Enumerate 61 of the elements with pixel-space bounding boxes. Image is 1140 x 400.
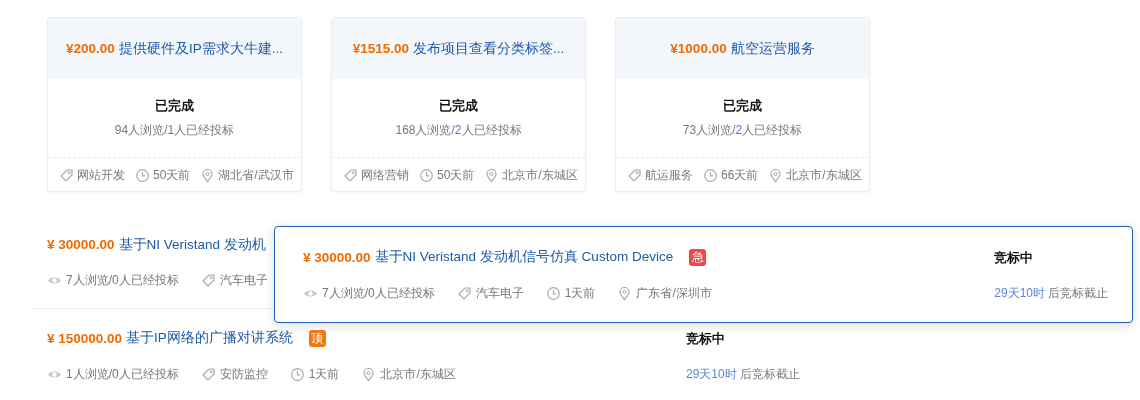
- meta-text: 汽车电子: [475, 284, 524, 302]
- meta-text: 网络营销: [361, 166, 409, 184]
- status-label: 已完成: [155, 97, 194, 115]
- remaining-time: 29天10时: [994, 285, 1045, 300]
- meta-text: 50天前: [437, 166, 475, 184]
- meta-text: 北京市/东城区: [380, 365, 456, 383]
- tag-icon: [200, 272, 216, 288]
- task-title-link[interactable]: 基于NI Veristand 发动机: [118, 235, 266, 254]
- badge: 急: [689, 248, 707, 266]
- location-pin-icon: [768, 167, 784, 183]
- clock-icon: [135, 167, 150, 183]
- status-label: 竞标中: [686, 330, 725, 346]
- meta-text: 广东省/深圳市: [636, 284, 712, 302]
- task-title-link[interactable]: 基于IP网络的广播对讲系统: [126, 329, 293, 347]
- price: ¥ 30000.00: [47, 237, 115, 252]
- location-pin-icon: [617, 285, 633, 301]
- status-label: 已完成: [723, 97, 762, 115]
- meta-text: 湖北省/武汉市: [218, 166, 294, 184]
- view-bid-stats: 168人浏览/2人已经投标: [395, 122, 522, 139]
- clock-icon: [289, 366, 305, 382]
- meta-text: 1天前: [308, 365, 340, 383]
- remaining-time: 29天10时: [686, 366, 737, 381]
- tag-icon: [343, 167, 358, 183]
- meta-text: 网站开发: [77, 166, 125, 184]
- location-pin-icon: [200, 167, 216, 183]
- tag-icon: [59, 167, 74, 183]
- location-pin-icon: [361, 366, 377, 382]
- task-title-link[interactable]: 提供硬件及IP需求大牛建...: [118, 39, 283, 58]
- price: ¥200.00: [66, 41, 115, 56]
- view-bid-stats: 94人浏览/1人已经投标: [114, 122, 235, 139]
- meta-text: 50天前: [153, 166, 191, 184]
- meta-text: 66天前: [721, 166, 759, 184]
- status-label: 已完成: [439, 97, 478, 115]
- status-label: 竞标中: [994, 249, 1033, 265]
- location-pin-icon: [484, 167, 500, 183]
- meta-text: 汽车电子: [219, 271, 268, 289]
- meta-text: 北京市/东城区: [786, 166, 862, 184]
- price: ¥1515.00: [352, 41, 409, 56]
- deadline-text: 后竞标截止: [739, 366, 800, 381]
- deadline-text: 后竞标截止: [1048, 285, 1108, 300]
- meta-text: 安防监控: [219, 365, 268, 383]
- view-bid-stats: 73人浏览/2人已经投标: [682, 122, 803, 139]
- meta-text: 1天前: [564, 284, 596, 302]
- tag-icon: [200, 366, 216, 382]
- meta-text: 1人浏览/0人已经投标: [66, 365, 179, 383]
- meta-text: 北京市/东城区: [502, 166, 578, 184]
- price: ¥ 30000.00: [303, 249, 371, 265]
- clock-icon: [703, 167, 718, 183]
- task-title-link[interactable]: 发布项目查看分类标签...: [413, 39, 565, 58]
- price: ¥1000.00: [670, 41, 727, 56]
- badge: 顶: [308, 329, 326, 347]
- task-title-link[interactable]: 航空运营服务: [730, 39, 815, 58]
- tag-icon: [456, 285, 472, 301]
- meta-text: 7人浏览/0人已经投标: [322, 284, 435, 302]
- meta-text: 7人浏览/0人已经投标: [66, 271, 179, 289]
- task-title-link[interactable]: 基于NI Veristand 发动机信号仿真 Custom Device: [374, 248, 674, 266]
- meta-text: 航运服务: [645, 166, 693, 184]
- clock-icon: [419, 167, 434, 183]
- price: ¥ 150000.00: [47, 330, 123, 346]
- clock-icon: [545, 285, 561, 301]
- tag-icon: [627, 167, 642, 183]
